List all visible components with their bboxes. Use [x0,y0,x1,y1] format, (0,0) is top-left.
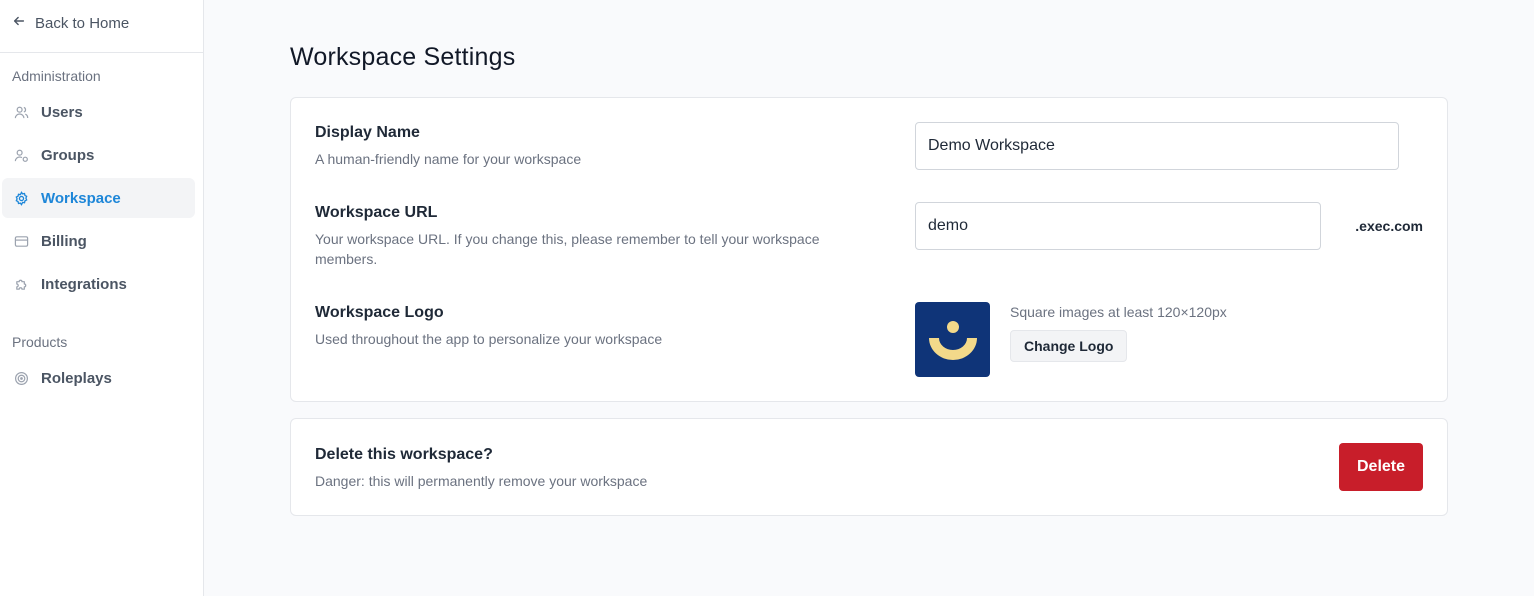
workspace-url-description: Your workspace URL. If you change this, … [315,231,820,267]
danger-zone-card: Delete this workspace? Danger: this will… [290,418,1448,516]
logo-size-hint: Square images at least 120×120px [1010,304,1227,320]
sidebar-item-users[interactable]: Users [2,92,195,132]
gear-icon [14,190,29,206]
workspace-logo-image[interactable] [915,302,990,377]
back-to-home-label: Back to Home [35,14,130,32]
delete-workspace-title: Delete this workspace? [315,446,493,463]
sidebar-item-label: Workspace [41,189,121,207]
delete-workspace-description: Danger: this will permanently remove you… [315,473,648,489]
sidebar: Back to Home Administration Users Groups… [0,0,204,596]
change-logo-button[interactable]: Change Logo [1010,330,1128,362]
workspace-logo-row: Workspace Logo Used throughout the app t… [315,304,1423,349]
sidebar-item-label: Billing [41,232,87,250]
arrow-left-icon [12,14,26,32]
sidebar-item-label: Users [41,103,83,121]
main-content: Workspace Settings Display Name A human-… [290,0,1448,516]
page-title: Workspace Settings [290,43,516,71]
sidebar-item-groups[interactable]: Groups [2,135,195,175]
sidebar-item-integrations[interactable]: Integrations [2,264,195,304]
credit-card-icon [14,234,29,249]
sidebar-item-billing[interactable]: Billing [2,221,195,261]
sidebar-item-label: Roleplays [41,369,112,387]
workspace-logo-description: Used throughout the app to personalize y… [315,331,663,347]
display-name-input[interactable]: Demo Workspace [915,122,1399,170]
workspace-url-suffix: .exec.com [1355,218,1423,234]
back-to-home-link[interactable]: Back to Home [0,0,203,53]
section-label-administration: Administration [12,68,101,84]
puzzle-icon [14,277,29,292]
display-name-description: A human-friendly name for your workspace [315,151,582,167]
sidebar-item-label: Integrations [41,275,127,293]
sidebar-item-roleplays[interactable]: Roleplays [2,358,195,398]
users-icon [14,105,29,120]
sidebar-item-workspace[interactable]: Workspace [2,178,195,218]
groups-icon [14,148,29,163]
smile-logo-icon [928,320,977,360]
section-label-products: Products [12,334,68,350]
workspace-url-input[interactable]: demo [915,202,1321,250]
target-icon [14,371,29,386]
delete-button[interactable]: Delete [1339,443,1423,491]
delete-workspace-row: Delete this workspace? Danger: this will… [315,446,1423,491]
settings-card: Display Name A human-friendly name for y… [290,97,1448,402]
sidebar-item-label: Groups [41,146,95,164]
workspace-logo-title: Workspace Logo [315,304,444,321]
